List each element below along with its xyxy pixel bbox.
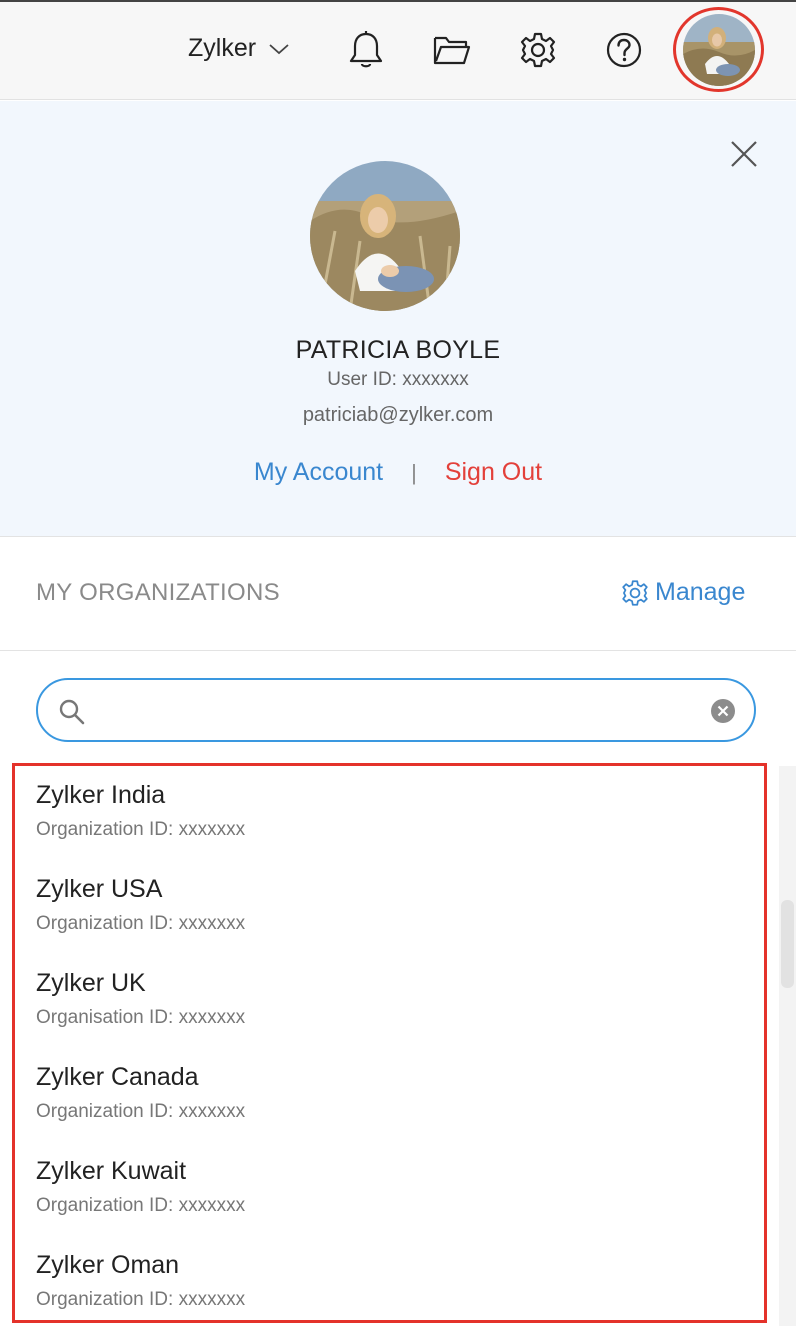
organization-search [36,678,756,742]
manage-label: Manage [655,578,746,606]
top-bar: Zylker [0,0,796,100]
organization-id: Organisation ID: xxxxxxx [36,1007,246,1028]
organization-name: Zylker Oman [36,1251,180,1279]
folder-icon[interactable] [432,30,472,70]
profile-email: patriciab@zylker.com [302,404,494,426]
organization-id: Organization ID: xxxxxxx [36,1289,246,1310]
search-icon [59,699,85,725]
sign-out-link[interactable]: Sign Out [445,458,542,487]
my-account-link[interactable]: My Account [254,458,383,487]
organization-item[interactable]: Zylker UK Organisation ID: xxxxxxx [36,969,756,1049]
bell-icon[interactable] [346,30,386,70]
profile-user-id: User ID: xxxxxxx [327,369,469,390]
organization-item[interactable]: Zylker Canada Organization ID: xxxxxxx [36,1063,756,1143]
organization-name: Zylker Canada [36,1063,199,1091]
org-switcher-label: Zylker [188,34,257,62]
organization-id: Organization ID: xxxxxxx [36,1101,246,1122]
scrollbar-thumb[interactable] [781,900,794,988]
link-separator: | [411,459,417,485]
organization-id: Organization ID: xxxxxxx [36,819,246,840]
organizations-header: MY ORGANIZATIONS Manage [0,538,796,651]
search-input[interactable] [102,692,702,728]
close-icon[interactable] [728,138,760,170]
org-switcher[interactable]: Zylker [188,34,290,63]
profile-photo [310,161,460,311]
organization-item[interactable]: Zylker Kuwait Organization ID: xxxxxxx [36,1157,756,1237]
organization-id: Organization ID: xxxxxxx [36,1195,246,1216]
chevron-down-icon [269,43,289,54]
organization-item[interactable]: Zylker USA Organization ID: xxxxxxx [36,875,756,955]
clear-search-icon[interactable] [710,698,736,724]
profile-actions: My Account | Sign Out [0,458,796,487]
organization-item[interactable]: Zylker India Organization ID: xxxxxxx [36,781,756,861]
organizations-title: MY ORGANIZATIONS [36,579,280,606]
organization-item[interactable]: Zylker Oman Organization ID: xxxxxxx [36,1251,756,1331]
organization-name: Zylker UK [36,969,146,997]
organization-id: Organization ID: xxxxxxx [36,913,246,934]
profile-name: PATRICIA BOYLE [295,336,501,364]
gear-icon [622,579,648,606]
organization-name: Zylker USA [36,875,163,903]
scrollbar-track[interactable] [779,766,796,1326]
organization-name: Zylker Kuwait [36,1157,187,1185]
manage-button[interactable]: Manage [621,578,745,607]
help-icon[interactable] [604,30,644,70]
gear-icon[interactable] [518,30,558,70]
organization-name: Zylker India [36,781,166,809]
profile-avatar-button[interactable] [673,7,764,92]
avatar [682,13,755,86]
